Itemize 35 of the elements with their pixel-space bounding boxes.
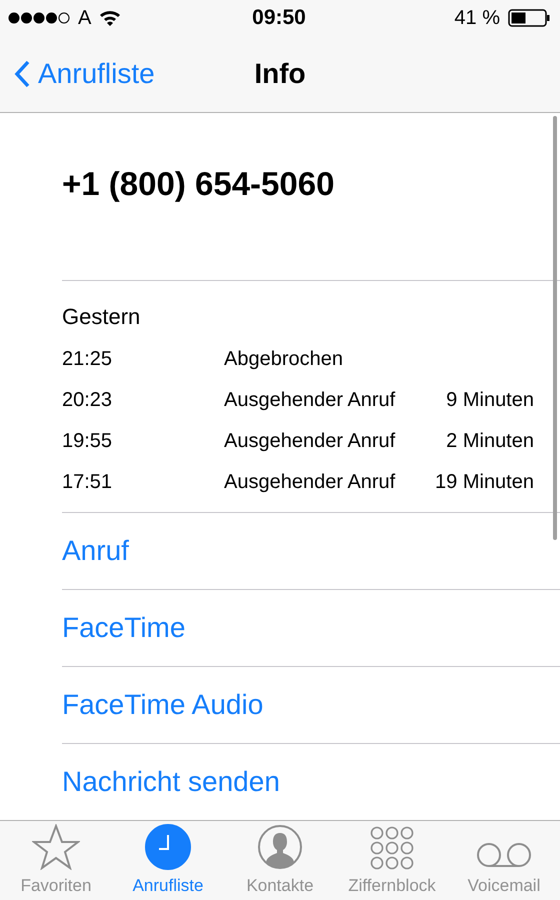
call-duration: 9 Minuten bbox=[446, 389, 535, 412]
tab-item[interactable]: Ziffernblock bbox=[336, 821, 448, 900]
call-time: 17:51 bbox=[62, 471, 114, 494]
call-duration: 19 Minuten bbox=[435, 471, 535, 494]
call-time: 21:25 bbox=[62, 348, 114, 371]
call-time: 20:23 bbox=[62, 389, 114, 412]
action-link[interactable]: FaceTime Audio bbox=[62, 666, 560, 743]
battery-percent: 41 % bbox=[454, 6, 500, 30]
day-heading: Gestern bbox=[62, 304, 142, 330]
call-type: Ausgehender Anruf bbox=[224, 389, 396, 412]
call-type: Ausgehender Anruf bbox=[224, 471, 396, 494]
nav-title: Info bbox=[254, 58, 306, 90]
person-icon bbox=[257, 824, 303, 870]
battery-icon bbox=[508, 9, 550, 27]
tab-item[interactable]: Voicemail bbox=[448, 821, 560, 900]
voicemail-icon bbox=[476, 840, 532, 870]
phone-number: +1 (800) 654-5060 bbox=[62, 164, 336, 204]
keypad-icon bbox=[370, 826, 414, 870]
tab-item[interactable]: Favoriten bbox=[0, 821, 112, 900]
chevron-icon bbox=[14, 60, 30, 88]
carrier-name: A bbox=[78, 6, 92, 30]
signal-icon bbox=[8, 12, 70, 24]
call-type: Abgebrochen bbox=[224, 348, 344, 371]
tab-item[interactable]: Anrufliste bbox=[112, 821, 224, 900]
status-time: 09:50 bbox=[252, 6, 306, 30]
back-label: Anrufliste bbox=[38, 58, 155, 90]
wifi-icon bbox=[99, 10, 122, 26]
tab-item[interactable]: Kontakte bbox=[224, 821, 336, 900]
clock-icon bbox=[145, 824, 191, 870]
call-duration: 2 Minuten bbox=[446, 430, 535, 453]
call-time: 19:55 bbox=[62, 430, 114, 453]
call-type: Ausgehender Anruf bbox=[224, 430, 396, 453]
back-button[interactable]: Anrufliste bbox=[14, 58, 155, 90]
action-link[interactable]: FaceTime bbox=[62, 589, 560, 666]
star-icon bbox=[32, 824, 80, 870]
